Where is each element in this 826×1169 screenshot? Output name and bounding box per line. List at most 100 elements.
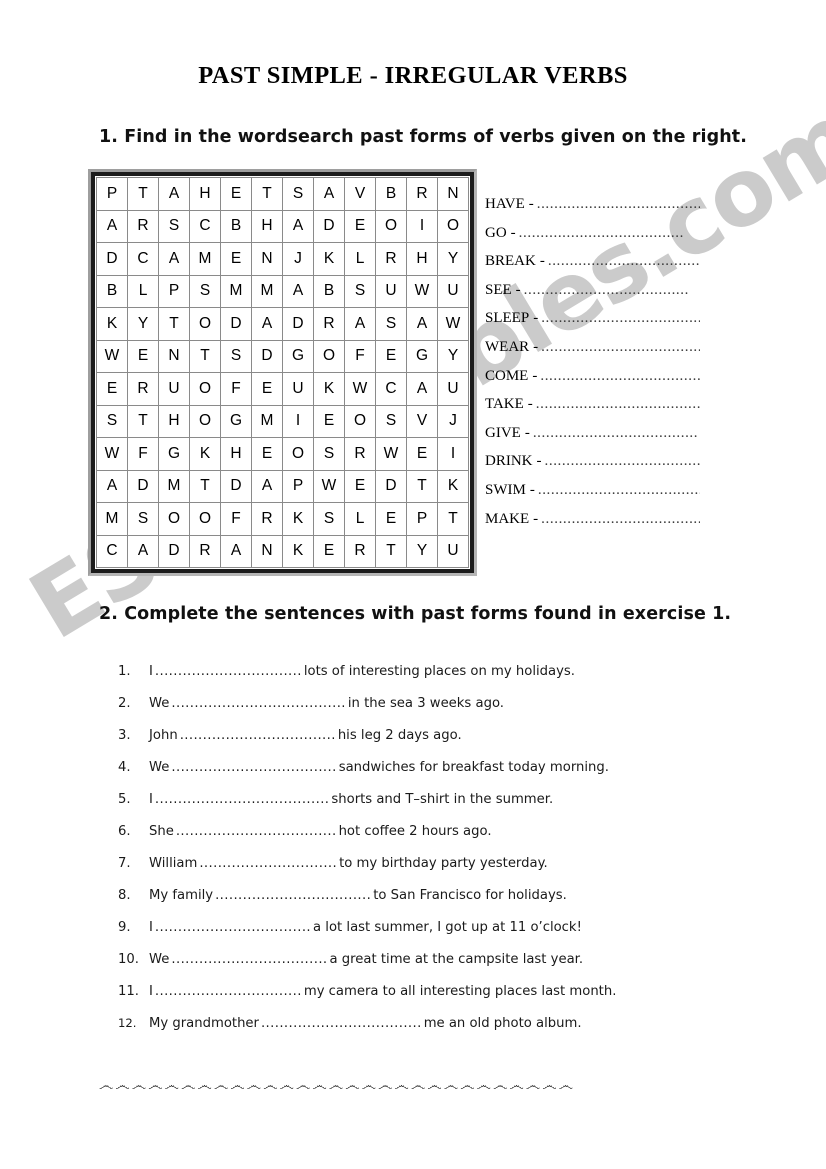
wordsearch-cell[interactable]: R (375, 242, 407, 276)
wordsearch-cell[interactable]: G (158, 437, 190, 471)
wordsearch-cell[interactable]: W (406, 274, 438, 308)
wordsearch-cell[interactable]: A (406, 307, 438, 341)
verb-answer-blank[interactable]: ...................................... (536, 397, 700, 412)
wordsearch-cell[interactable]: A (251, 307, 283, 341)
wordsearch-cell[interactable]: D (313, 209, 345, 243)
wordsearch-cell[interactable]: A (220, 534, 252, 568)
wordsearch-cell[interactable]: A (344, 307, 376, 341)
wordsearch-cell[interactable]: C (96, 534, 128, 568)
wordsearch-cell[interactable]: R (127, 209, 159, 243)
wordsearch-cell[interactable]: Y (127, 307, 159, 341)
wordsearch-cell[interactable]: N (437, 177, 469, 211)
wordsearch-cell[interactable]: B (220, 209, 252, 243)
wordsearch-cell[interactable]: R (127, 372, 159, 406)
wordsearch-cell[interactable]: S (344, 274, 376, 308)
verb-answer-blank[interactable]: ...................................... (541, 311, 700, 326)
wordsearch-cell[interactable]: S (313, 502, 345, 536)
wordsearch-cell[interactable]: R (313, 307, 345, 341)
wordsearch-cell[interactable]: O (189, 372, 221, 406)
wordsearch-cell[interactable]: D (158, 534, 190, 568)
wordsearch-cell[interactable]: O (437, 209, 469, 243)
wordsearch-cell[interactable]: S (158, 209, 190, 243)
wordsearch-cell[interactable]: S (220, 339, 252, 373)
wordsearch-cell[interactable]: A (251, 469, 283, 503)
wordsearch-cell[interactable]: E (344, 209, 376, 243)
wordsearch-cell[interactable]: P (96, 177, 128, 211)
wordsearch-cell[interactable]: O (375, 209, 407, 243)
wordsearch-cell[interactable]: D (251, 339, 283, 373)
wordsearch-cell[interactable]: V (344, 177, 376, 211)
wordsearch-cell[interactable]: M (96, 502, 128, 536)
wordsearch-cell[interactable]: B (96, 274, 128, 308)
verb-answer-blank[interactable]: ...................................... (537, 197, 700, 212)
wordsearch-cell[interactable]: G (406, 339, 438, 373)
wordsearch-cell[interactable]: J (437, 404, 469, 438)
wordsearch-cell[interactable]: C (375, 372, 407, 406)
wordsearch-cell[interactable]: T (127, 177, 159, 211)
wordsearch-cell[interactable]: T (251, 177, 283, 211)
wordsearch-cell[interactable]: S (189, 274, 221, 308)
sentence-answer-blank[interactable]: .................................. (178, 728, 338, 743)
wordsearch-cell[interactable]: N (158, 339, 190, 373)
wordsearch-cell[interactable]: H (189, 177, 221, 211)
wordsearch-cell[interactable]: O (189, 307, 221, 341)
sentence-answer-blank[interactable]: .............................. (197, 856, 339, 871)
wordsearch-cell[interactable]: H (220, 437, 252, 471)
wordsearch-cell[interactable]: D (375, 469, 407, 503)
wordsearch-cell[interactable]: K (437, 469, 469, 503)
wordsearch-cell[interactable]: S (282, 177, 314, 211)
wordsearch-cell[interactable]: S (127, 502, 159, 536)
sentence-answer-blank[interactable]: ................................ (153, 984, 304, 999)
sentence-answer-blank[interactable]: ...................................... (169, 696, 348, 711)
wordsearch-cell[interactable]: T (158, 307, 190, 341)
verb-answer-blank[interactable]: ...................................... (538, 483, 700, 498)
wordsearch-cell[interactable]: G (282, 339, 314, 373)
sentence-answer-blank[interactable]: .................................. (169, 952, 329, 967)
wordsearch-cell[interactable]: N (251, 242, 283, 276)
verb-answer-blank[interactable]: ...................................... (545, 454, 701, 469)
wordsearch-cell[interactable]: M (251, 404, 283, 438)
wordsearch-cell[interactable]: O (189, 502, 221, 536)
wordsearch-cell[interactable]: O (158, 502, 190, 536)
wordsearch-cell[interactable]: O (189, 404, 221, 438)
wordsearch-cell[interactable]: S (96, 404, 128, 438)
wordsearch-cell[interactable]: A (158, 242, 190, 276)
wordsearch-cell[interactable]: P (406, 502, 438, 536)
wordsearch-cell[interactable]: B (375, 177, 407, 211)
wordsearch-cell[interactable]: F (220, 372, 252, 406)
sentence-answer-blank[interactable]: ................................ (153, 664, 304, 679)
wordsearch-cell[interactable]: E (375, 339, 407, 373)
wordsearch-cell[interactable]: W (344, 372, 376, 406)
sentence-answer-blank[interactable]: .................................. (213, 888, 373, 903)
wordsearch-cell[interactable]: Y (406, 534, 438, 568)
wordsearch-cell[interactable]: C (127, 242, 159, 276)
wordsearch-cell[interactable]: Y (437, 242, 469, 276)
wordsearch-cell[interactable]: U (437, 534, 469, 568)
wordsearch-cell[interactable]: R (344, 534, 376, 568)
wordsearch-cell[interactable]: A (313, 177, 345, 211)
sentence-answer-blank[interactable]: ................................... (259, 1016, 424, 1031)
wordsearch-cell[interactable]: E (251, 437, 283, 471)
wordsearch-cell[interactable]: I (406, 209, 438, 243)
wordsearch-cell[interactable]: K (96, 307, 128, 341)
wordsearch-cell[interactable]: O (313, 339, 345, 373)
wordsearch-cell[interactable]: E (96, 372, 128, 406)
wordsearch-cell[interactable]: M (189, 242, 221, 276)
wordsearch-cell[interactable]: E (406, 437, 438, 471)
wordsearch-cell[interactable]: T (189, 339, 221, 373)
wordsearch-cell[interactable]: P (282, 469, 314, 503)
wordsearch-cell[interactable]: M (158, 469, 190, 503)
wordsearch-cell[interactable]: W (437, 307, 469, 341)
verb-answer-blank[interactable]: ...................................... (548, 254, 700, 269)
wordsearch-cell[interactable]: L (344, 242, 376, 276)
wordsearch-cell[interactable]: U (437, 274, 469, 308)
wordsearch-cell[interactable]: E (127, 339, 159, 373)
wordsearch-cell[interactable]: N (251, 534, 283, 568)
wordsearch-cell[interactable]: E (220, 177, 252, 211)
wordsearch-cell[interactable]: W (96, 437, 128, 471)
sentence-answer-blank[interactable]: .................................... (169, 760, 338, 775)
wordsearch-cell[interactable]: D (220, 469, 252, 503)
wordsearch-cell[interactable]: O (282, 437, 314, 471)
wordsearch-cell[interactable]: M (251, 274, 283, 308)
verb-answer-blank[interactable]: ...................................... (533, 426, 700, 441)
